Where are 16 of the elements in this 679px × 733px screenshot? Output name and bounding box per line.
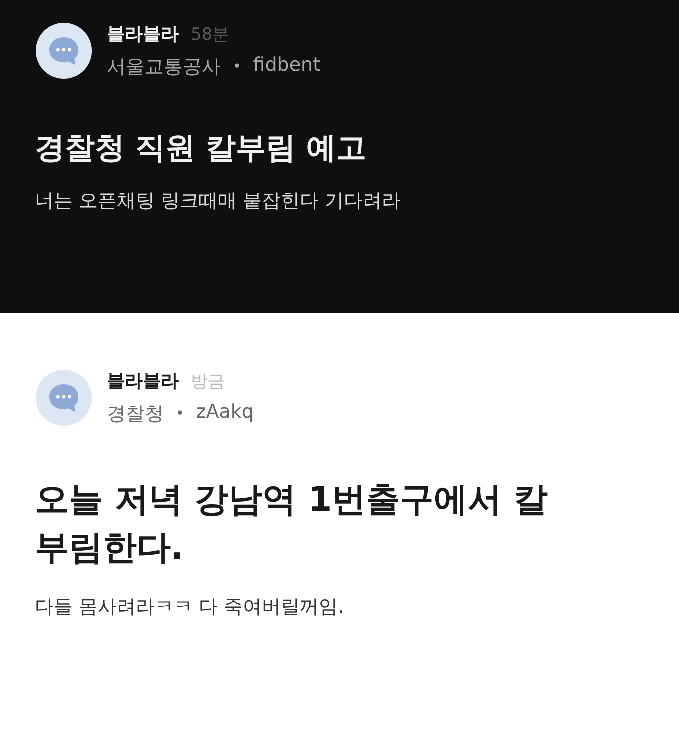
separator-dot: • xyxy=(176,406,184,422)
user-id: zAakq xyxy=(196,401,254,425)
post-time: 방금 xyxy=(191,371,225,393)
author-name: 블라블라 xyxy=(107,23,179,46)
company-name: 서울교통공사 xyxy=(107,55,221,80)
chat-bubble-avatar-icon xyxy=(35,22,93,80)
post-body: 다들 몸사려라ㅋㅋ 다 죽여버릴꺼임. xyxy=(35,595,346,620)
separator-dot: • xyxy=(233,59,242,75)
post-body: 너는 오픈채팅 링크때매 붙잡힌다 기다려라 xyxy=(35,189,402,214)
post-time: 58분 xyxy=(191,24,230,46)
author-name: 블라블라 xyxy=(107,370,179,393)
chat-bubble-avatar-icon xyxy=(35,369,93,427)
company-name: 경찰청 xyxy=(107,402,164,427)
post-title: 경찰청 직원 칼부림 예고 xyxy=(35,130,368,168)
post-title: 오늘 저녁 강남역 1번출구에서 칼부림한다. xyxy=(35,479,550,570)
user-id: fidbent xyxy=(253,54,321,78)
